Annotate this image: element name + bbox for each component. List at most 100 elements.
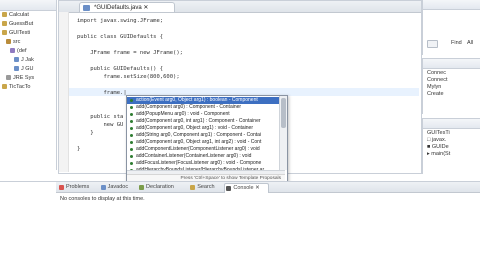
tree-item-label: GuessBut — [9, 21, 34, 27]
code-line[interactable]: JFrame frame = new JFrame(); — [77, 49, 183, 57]
suggestion-label: action(Event arg0, Object arg1) : boolea… — [136, 97, 258, 103]
task-list-tabbar[interactable] — [423, 0, 480, 10]
find-button[interactable]: Find — [451, 40, 462, 47]
tree-item-label: GUITesti — [9, 30, 31, 36]
outline-tabbar[interactable] — [423, 119, 480, 129]
panel-line[interactable]: Mylyn — [427, 84, 441, 91]
suggestion-item[interactable]: add(Component arg0, int arg1) : Componen… — [127, 118, 279, 125]
code-line[interactable]: public GUIDefaults() { — [77, 65, 163, 73]
content-assist-list[interactable]: action(Event arg0, Object arg1) : boolea… — [127, 96, 279, 170]
console-message: No consoles to display at this time. — [60, 196, 145, 202]
code-line[interactable]: } — [77, 145, 80, 153]
suggestion-label: add(Component arg0) : Component - Contai… — [136, 104, 242, 110]
tab-label: Console ✕ — [233, 185, 260, 191]
tab-label: Javadoc — [107, 184, 129, 190]
panel-line[interactable]: ■ GUIDe — [427, 144, 449, 151]
bottom-panel: Problems Javadoc Declaration Search Console … — [0, 181, 480, 271]
tree-item[interactable]: J GU — [14, 66, 34, 73]
code-line[interactable]: import javax.swing.JFrame; — [77, 17, 163, 25]
panel-line[interactable]: Connect — [427, 77, 448, 84]
suggestion-item[interactable]: add(Component arg0, Object arg1, int arg… — [127, 139, 279, 146]
tab-icon — [59, 185, 64, 190]
code-line[interactable]: new GU — [77, 121, 123, 129]
editor-tabbar: *GUIDefaults.java ✕ — [59, 1, 421, 13]
suggestion-label: add(String arg0, Component arg1) : Compo… — [136, 132, 262, 138]
tab-icon — [226, 186, 232, 191]
tree-item-icon — [2, 84, 7, 90]
tab-guidefaults-java[interactable]: *GUIDefaults.java ✕ — [79, 2, 175, 12]
tab-label: Problems — [66, 184, 90, 190]
suggestion-label: add(Component arg0, Object arg1) : void … — [136, 125, 254, 131]
task-list-panel: Find All — [422, 0, 480, 55]
connect-mylyn-panel: Connec Connect Mylyn Create — [422, 58, 480, 114]
tree-item-icon — [6, 75, 11, 81]
tree-item-icon — [6, 39, 11, 45]
tab-icon — [100, 185, 106, 190]
suggestion-item[interactable]: action(Event arg0, Object arg1) : boolea… — [127, 97, 279, 104]
tree-item-label: JRE Sys — [13, 75, 35, 81]
public-method-icon — [130, 99, 133, 102]
suggestion-item[interactable]: addComponentListener(ComponentListener a… — [127, 146, 279, 153]
tab-search[interactable]: Search — [189, 183, 215, 192]
code-line[interactable]: frame.setSize(800,600); — [77, 73, 179, 81]
all-button[interactable]: All — [467, 40, 473, 47]
tree-item-label: J GU — [21, 66, 34, 72]
tree-item-label: TicTacTo — [9, 84, 31, 90]
suggestion-item[interactable]: add(Component arg0, Object arg1) : void … — [127, 125, 279, 132]
panel-line[interactable]: Connec — [427, 70, 446, 77]
suggestion-label: addComponentListener(ComponentListener a… — [136, 146, 260, 152]
code-line[interactable]: frame.| — [77, 89, 126, 97]
outline-panel: GUITesTi □ javax. ■ GUIDe ▸ main(St — [422, 118, 480, 174]
tree-item-icon — [2, 12, 7, 18]
panel-line[interactable]: GUITesTi — [427, 130, 450, 137]
scrollbar-thumb[interactable] — [281, 98, 286, 128]
tree-item-icon — [10, 48, 15, 54]
tree-item[interactable]: (def — [10, 48, 26, 55]
suggestion-item[interactable]: add(Component arg0) : Component - Contai… — [127, 104, 279, 111]
suggestion-item[interactable]: addContainerListener(ContainerListener a… — [127, 153, 279, 160]
content-assist-popup[interactable]: action(Event arg0, Object arg1) : boolea… — [126, 95, 288, 183]
tab-label: Search — [197, 184, 215, 190]
tab-javadoc[interactable]: Javadoc — [100, 183, 129, 192]
tab-icon — [190, 185, 196, 190]
suggestion-label: add(Component arg0, int arg1) : Componen… — [136, 118, 261, 124]
tree-item[interactable]: J Jak — [14, 57, 34, 64]
public-method-icon — [130, 106, 133, 109]
code-line[interactable]: public sta — [77, 113, 123, 121]
tree-item[interactable]: GUITesti — [2, 30, 30, 37]
content-assist-scrollbar[interactable] — [279, 96, 287, 170]
tab-declaration[interactable]: Declaration — [138, 183, 174, 192]
suggestion-item[interactable]: addFocusListener(FocusListener arg0) : v… — [127, 160, 279, 167]
package-explorer-tabbar[interactable] — [0, 0, 56, 11]
java-file-icon — [83, 5, 90, 11]
code-line[interactable]: public class GUIDefaults { — [77, 33, 163, 41]
public-method-icon — [130, 141, 133, 144]
public-method-icon — [130, 134, 133, 137]
tree-item[interactable]: src — [6, 39, 20, 46]
content-assist-footer: Press 'Ctrl+Space' to show Template Prop… — [127, 174, 285, 181]
tab-icon — [139, 185, 144, 190]
tab-label: *GUIDefaults.java ✕ — [94, 5, 149, 11]
code-line[interactable]: } — [77, 129, 93, 137]
panel-line[interactable]: ▸ main(St — [427, 151, 450, 158]
mylyn-tabbar[interactable] — [423, 59, 480, 69]
tab-problems[interactable]: Problems — [58, 183, 89, 192]
tree-item[interactable]: JRE Sys — [6, 75, 34, 82]
suggestion-item[interactable]: add(String arg0, Component arg1) : Compo… — [127, 132, 279, 139]
package-explorer: Calculat GuessBut GUITesti src (def J Jak J GU… — [0, 0, 57, 170]
tree-item-label: (def — [17, 48, 27, 54]
tab-console[interactable]: Console ✕ — [224, 183, 269, 193]
panel-line[interactable]: □ javax. — [427, 137, 446, 144]
public-method-icon — [130, 113, 133, 116]
suggestion-item[interactable]: add(PopupMenu arg0) : void - Component — [127, 111, 279, 118]
tree-item-label: Calculat — [9, 12, 29, 18]
tree-item[interactable]: Calculat — [2, 12, 29, 19]
suggestion-label: add(PopupMenu arg0) : void - Component — [136, 111, 230, 117]
panel-line[interactable]: Create — [427, 91, 444, 98]
new-task-button[interactable] — [427, 40, 438, 48]
tree-item[interactable]: GuessBut — [2, 21, 33, 28]
public-method-icon — [130, 148, 133, 151]
tree-item[interactable]: TicTacTo — [2, 84, 31, 91]
tree-item-icon — [2, 21, 7, 27]
bottom-tabbar: Problems Javadoc Declaration Search Console … — [56, 182, 480, 193]
